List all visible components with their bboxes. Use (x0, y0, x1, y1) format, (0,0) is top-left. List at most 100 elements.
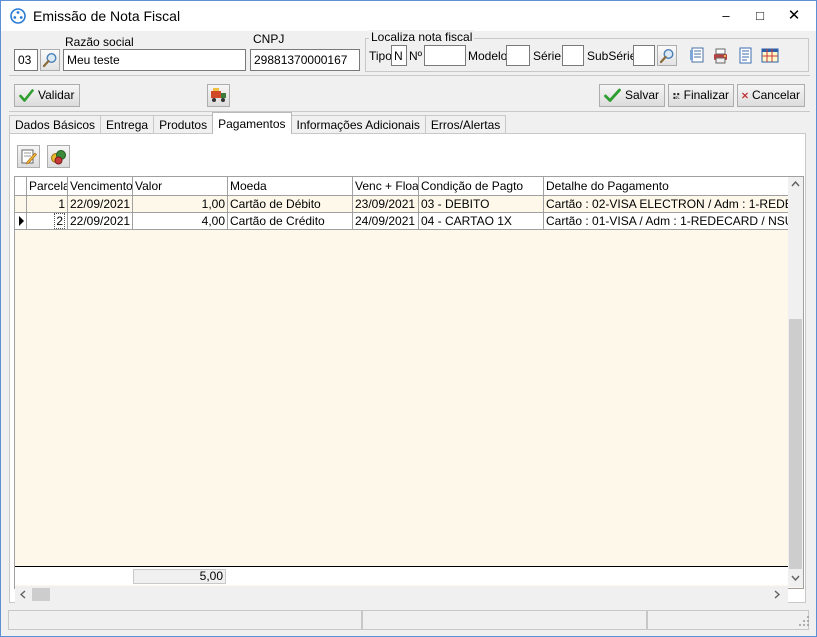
resize-grip-icon[interactable] (798, 615, 810, 627)
razao-social-label: Razão social (65, 35, 134, 49)
current-row-arrow-icon (19, 216, 24, 226)
status-panel-1 (8, 610, 362, 630)
edit-document-icon (21, 149, 37, 165)
tab-erros-alertas[interactable]: Erros/Alertas (424, 115, 507, 134)
col-venc-float-header[interactable]: Venc + Float (353, 177, 419, 196)
tab-pagamentos[interactable]: Pagamentos (212, 112, 292, 134)
col-valor-header[interactable]: Valor (133, 177, 228, 196)
cell-vencimento[interactable]: 22/09/2021 (68, 213, 133, 230)
print-stamp-icon[interactable] (712, 47, 729, 64)
grid-footer: 5,00 (15, 566, 788, 585)
table-row[interactable]: 2 22/09/2021 4,00 Cartão de Crédito 24/0… (15, 213, 789, 230)
payment-coins-button[interactable] (47, 145, 70, 168)
tab-produtos[interactable]: Produtos (153, 115, 214, 134)
status-panel-3 (647, 610, 809, 630)
status-panel-2 (362, 610, 647, 630)
serie-input[interactable] (562, 45, 584, 66)
cnpj-input[interactable]: 29881370000167 (250, 49, 360, 71)
cell-detalhe[interactable]: Cartão : 01-VISA / Adm : 1-REDECARD / NS… (544, 213, 789, 230)
modelo-label: Modelo (468, 49, 508, 63)
title-bar: Emissão de Nota Fiscal – □ ✕ (1, 1, 816, 31)
col-vencimento-header[interactable]: Vencimento (68, 177, 133, 196)
minimize-button[interactable]: – (711, 1, 741, 31)
cell-moeda[interactable]: Cartão de Crédito (228, 213, 353, 230)
search-company-button[interactable] (40, 49, 60, 71)
scroll-down-icon[interactable] (791, 575, 800, 581)
cell-parcela[interactable]: 1 (27, 196, 68, 213)
report-icon[interactable] (737, 47, 754, 64)
company-code-input[interactable]: 03 (14, 49, 38, 71)
header-separator (9, 75, 810, 76)
tipo-label: Tipo (369, 49, 392, 63)
cell-moeda[interactable]: Cartão de Débito (228, 196, 353, 213)
qr-code-icon (673, 92, 680, 99)
subserie-label: SubSérie (587, 49, 637, 63)
col-condicao-header[interactable]: Condição de Pagto (419, 177, 544, 196)
col-parcela-header[interactable]: Parcela (27, 177, 68, 196)
cell-venc-float[interactable]: 23/09/2021 (353, 196, 419, 213)
magnifier-icon (42, 52, 57, 68)
cancelar-label: Cancelar (751, 88, 800, 102)
tab-informacoes-adicionais[interactable]: Informações Adicionais (290, 115, 426, 134)
tab-entrega[interactable]: Entrega (100, 115, 155, 134)
close-button[interactable]: ✕ (779, 1, 809, 31)
check-icon (19, 89, 34, 102)
search-nota-button[interactable] (657, 45, 677, 66)
document-list-icon[interactable] (689, 47, 706, 64)
scroll-left-icon[interactable] (20, 590, 26, 599)
status-bar (1, 609, 816, 630)
col-detalhe-header[interactable]: Detalhe do Pagamento (544, 177, 789, 196)
validar-button[interactable]: Validar (14, 84, 80, 107)
cell-parcela[interactable]: 2 (27, 213, 68, 230)
cell-parcela-value: 2 (54, 213, 65, 229)
vertical-scrollbar[interactable] (788, 177, 803, 587)
subserie-input[interactable] (633, 45, 655, 66)
validar-label: Validar (38, 88, 75, 102)
scroll-right-icon[interactable] (774, 590, 780, 599)
main-window: Emissão de Nota Fiscal – □ ✕ Razão socia… (0, 0, 817, 637)
table-row[interactable]: 1 22/09/2021 1,00 Cartão de Débito 23/09… (15, 196, 789, 213)
total-valor: 5,00 (133, 569, 226, 584)
localiza-nota-label: Localiza nota fiscal (369, 30, 475, 44)
cell-valor[interactable]: 1,00 (133, 196, 228, 213)
cell-venc-float[interactable]: 24/09/2021 (353, 213, 419, 230)
tab-dados-basicos[interactable]: Dados Básicos (9, 115, 102, 134)
magnifier-icon (659, 48, 674, 63)
maximize-button[interactable]: □ (745, 1, 775, 31)
numero-label: Nº (409, 49, 423, 63)
transport-button[interactable] (207, 84, 230, 107)
cell-vencimento[interactable]: 22/09/2021 (68, 196, 133, 213)
coins-icon (51, 150, 66, 165)
serie-label: Série (533, 49, 562, 63)
tipo-input[interactable]: N (391, 45, 407, 66)
vertical-scroll-thumb[interactable] (789, 319, 802, 569)
horizontal-scroll-thumb[interactable] (32, 588, 50, 601)
salvar-label: Salvar (625, 88, 660, 102)
horizontal-scrollbar[interactable] (15, 586, 788, 603)
finalizar-button[interactable]: Finalizar (668, 84, 734, 107)
razao-social-input[interactable]: Meu teste (63, 49, 246, 71)
cell-condicao[interactable]: 04 - CARTAO 1X (419, 213, 544, 230)
finalizar-label: Finalizar (683, 88, 729, 102)
grid-corner (15, 177, 27, 196)
truck-icon (211, 88, 226, 102)
grid-table-icon[interactable] (761, 47, 779, 64)
modelo-input[interactable] (506, 45, 530, 66)
col-moeda-header[interactable]: Moeda (228, 177, 353, 196)
cell-condicao[interactable]: 03 - DEBITO (419, 196, 544, 213)
cnpj-label: CNPJ (253, 32, 285, 46)
app-logo-icon (10, 8, 26, 24)
cell-detalhe[interactable]: Cartão : 02-VISA ELECTRON / Adm : 1-REDE… (544, 196, 789, 213)
row-indicator (15, 196, 27, 213)
scroll-up-icon[interactable] (791, 181, 800, 187)
cross-icon (742, 92, 748, 99)
tab-strip: Dados Básicos Entrega Produtos Pagamento… (9, 112, 507, 134)
window-title: Emissão de Nota Fiscal (33, 8, 181, 24)
salvar-button[interactable]: Salvar (599, 84, 665, 107)
cell-valor[interactable]: 4,00 (133, 213, 228, 230)
numero-input[interactable] (424, 45, 466, 66)
check-icon (604, 88, 621, 102)
payments-grid[interactable]: Parcela Vencimento Valor Moeda Venc + Fl… (14, 176, 804, 589)
cancelar-button[interactable]: Cancelar (737, 84, 805, 107)
edit-payment-button[interactable] (17, 145, 40, 168)
